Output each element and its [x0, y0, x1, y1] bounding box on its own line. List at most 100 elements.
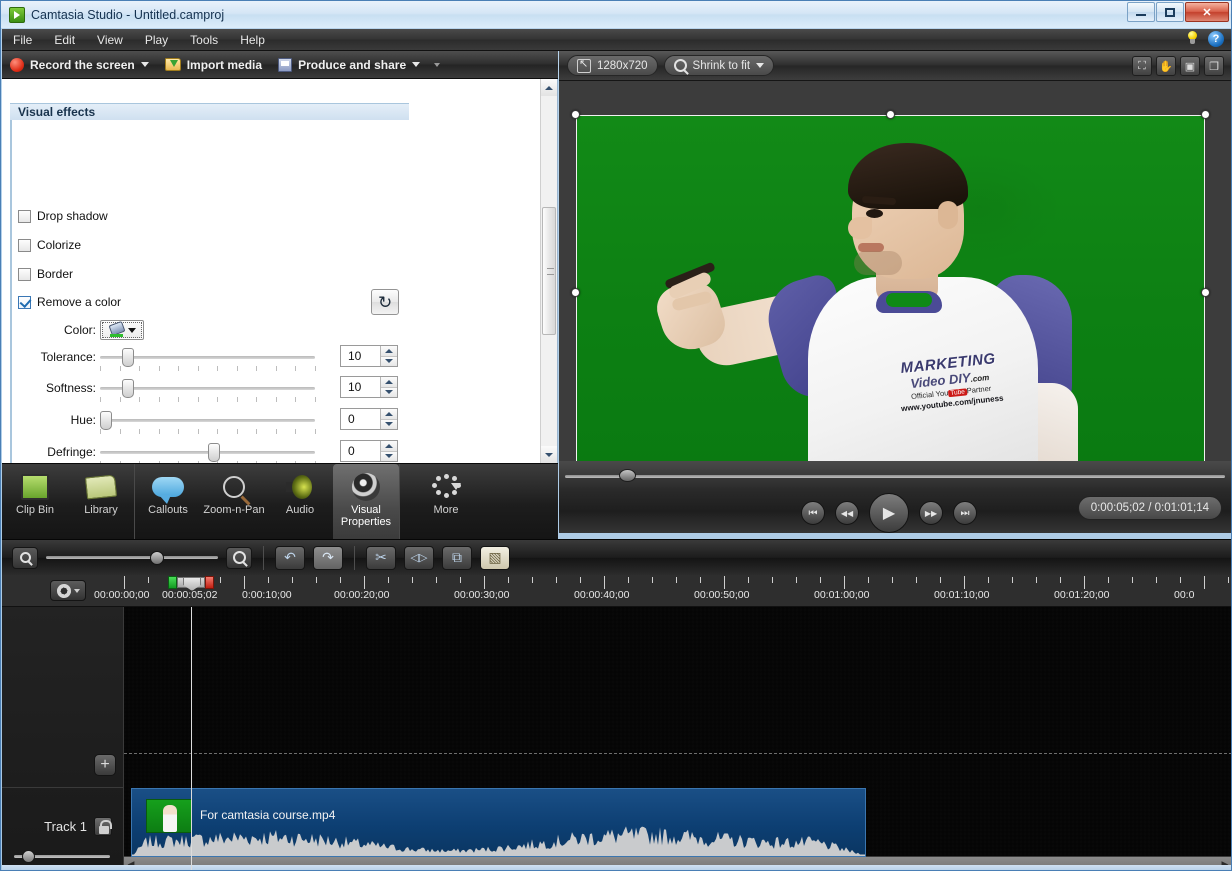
scrollbar-thumb[interactable]: [542, 207, 556, 335]
chevron-down-icon[interactable]: [756, 63, 765, 68]
tolerance-stepper[interactable]: [380, 346, 397, 366]
help-icon[interactable]: ?: [1208, 31, 1224, 47]
scrubber-track[interactable]: [565, 475, 1225, 478]
minimize-button[interactable]: [1127, 2, 1155, 22]
toolbar-overflow-icon[interactable]: [434, 62, 441, 67]
tab-audio[interactable]: Audio: [267, 464, 333, 539]
timeline-clip[interactable]: For camtasia course.mp4: [131, 788, 866, 857]
selection-start-marker[interactable]: [168, 576, 177, 589]
hue-step-up[interactable]: [381, 409, 397, 420]
produce-and-share-button[interactable]: Produce and share: [270, 55, 428, 75]
timeline-zoom-slider[interactable]: [46, 550, 218, 565]
fit-icon[interactable]: ▣: [1180, 56, 1200, 76]
properties-scrollbar[interactable]: [540, 79, 557, 463]
chevron-down-icon[interactable]: [140, 62, 149, 67]
scrubber-thumb[interactable]: [619, 469, 636, 482]
skip-to-end-button[interactable]: ⏭: [953, 501, 977, 525]
tab-callouts[interactable]: Callouts: [135, 464, 201, 539]
zoom-out-icon[interactable]: [12, 546, 38, 569]
defringe-step-down[interactable]: [381, 451, 397, 461]
handle-middle-left[interactable]: [571, 288, 580, 297]
handle-middle-right[interactable]: [1201, 288, 1210, 297]
preview-canvas[interactable]: MARKETING Video DIY.com Official YouTube…: [571, 110, 1210, 475]
chevron-down-icon[interactable]: [412, 62, 421, 67]
hue-slider-track[interactable]: [100, 411, 315, 430]
paste-button[interactable]: ▧: [480, 545, 510, 570]
border-row[interactable]: Border: [18, 267, 73, 281]
redo-button[interactable]: ↷: [313, 545, 343, 570]
skip-to-start-button[interactable]: ⏮: [801, 501, 825, 525]
scroll-up-button[interactable]: [541, 79, 557, 96]
remove-a-color-checkbox[interactable]: [18, 295, 31, 309]
undo-button[interactable]: ↶: [275, 545, 305, 570]
menu-help[interactable]: Help: [229, 31, 276, 49]
reset-effect-button[interactable]: ↺: [371, 289, 399, 315]
cut-button[interactable]: ✂: [366, 545, 396, 570]
selection-end-marker[interactable]: [205, 576, 214, 589]
handle-top-right[interactable]: [1201, 110, 1210, 119]
menu-edit[interactable]: Edit: [43, 31, 86, 49]
hand-icon[interactable]: ✋: [1156, 56, 1176, 76]
timeline-settings-button[interactable]: [50, 580, 86, 601]
scroll-down-button[interactable]: [541, 446, 557, 463]
border-checkbox[interactable]: [18, 267, 31, 281]
hue-stepper[interactable]: [380, 409, 397, 429]
rewind-button[interactable]: ◀◀: [835, 501, 859, 525]
track-1-header[interactable]: Track 1: [2, 803, 124, 849]
tolerance-step-up[interactable]: [381, 346, 397, 357]
softness-spinner[interactable]: 10: [340, 376, 398, 398]
record-screen-button[interactable]: Record the screen: [2, 55, 157, 75]
menu-file[interactable]: File: [2, 31, 43, 49]
menu-play[interactable]: Play: [134, 31, 179, 49]
track-height-thumb[interactable]: [22, 849, 35, 863]
zoom-in-icon[interactable]: [226, 546, 252, 569]
stack-icon[interactable]: ❐: [1204, 56, 1224, 76]
remove-a-color-row[interactable]: Remove a color: [18, 295, 121, 309]
chevron-down-icon[interactable]: [127, 327, 136, 333]
tolerance-slider-thumb[interactable]: [122, 348, 134, 367]
crop-icon[interactable]: ⛶: [1132, 56, 1152, 76]
import-media-button[interactable]: Import media: [157, 55, 270, 75]
tab-clip-bin[interactable]: Clip Bin: [2, 464, 68, 539]
hue-slider-thumb[interactable]: [100, 411, 112, 430]
chevron-down-icon[interactable]: [73, 588, 80, 593]
hue-spinner[interactable]: 0: [340, 408, 398, 430]
zoom-mode-dropdown[interactable]: Shrink to fit: [663, 55, 775, 76]
fast-forward-button[interactable]: ▶▶: [919, 501, 943, 525]
add-track-button[interactable]: +: [94, 754, 116, 776]
drop-shadow-row[interactable]: Drop shadow: [18, 209, 108, 223]
close-button[interactable]: ✕: [1185, 2, 1229, 22]
colorize-checkbox[interactable]: [18, 238, 31, 252]
tolerance-spinner[interactable]: 10: [340, 345, 398, 367]
timeline-ruler[interactable]: 00:00:00;00 00:00:05;02 0:00:10;00 00:00:20…: [2, 575, 1231, 607]
softness-slider-thumb[interactable]: [122, 379, 134, 398]
tab-library[interactable]: Library: [68, 464, 134, 539]
lock-icon[interactable]: [94, 816, 112, 836]
timeline-zoom-thumb[interactable]: [150, 550, 164, 565]
softness-slider-track[interactable]: [100, 379, 315, 398]
tolerance-step-down[interactable]: [381, 356, 397, 366]
defringe-step-up[interactable]: [381, 441, 397, 452]
softness-step-up[interactable]: [381, 377, 397, 388]
color-picker-button[interactable]: [100, 320, 144, 340]
hue-step-down[interactable]: [381, 419, 397, 429]
defringe-stepper[interactable]: [380, 441, 397, 461]
handle-top-left[interactable]: [571, 110, 580, 119]
copy-button[interactable]: ⧉: [442, 545, 472, 570]
tab-zoom-n-pan[interactable]: Zoom-n-Pan: [201, 464, 267, 539]
handle-top-center[interactable]: [886, 110, 895, 119]
defringe-slider-track[interactable]: [100, 443, 315, 462]
tab-visual-properties[interactable]: Visual Properties: [333, 464, 399, 539]
play-button[interactable]: ▶: [869, 493, 909, 533]
split-button[interactable]: ◁▷: [404, 545, 434, 570]
tab-more[interactable]: More: [400, 464, 492, 539]
drop-shadow-checkbox[interactable]: [18, 209, 31, 223]
track-height-slider[interactable]: [14, 849, 110, 863]
lightbulb-icon[interactable]: [1185, 31, 1200, 47]
defringe-spinner[interactable]: 0: [340, 440, 398, 462]
canvas-dimensions-button[interactable]: 1280x720: [567, 55, 658, 76]
colorize-row[interactable]: Colorize: [18, 238, 81, 252]
menu-tools[interactable]: Tools: [179, 31, 229, 49]
menu-view[interactable]: View: [86, 31, 134, 49]
maximize-button[interactable]: [1156, 2, 1184, 22]
